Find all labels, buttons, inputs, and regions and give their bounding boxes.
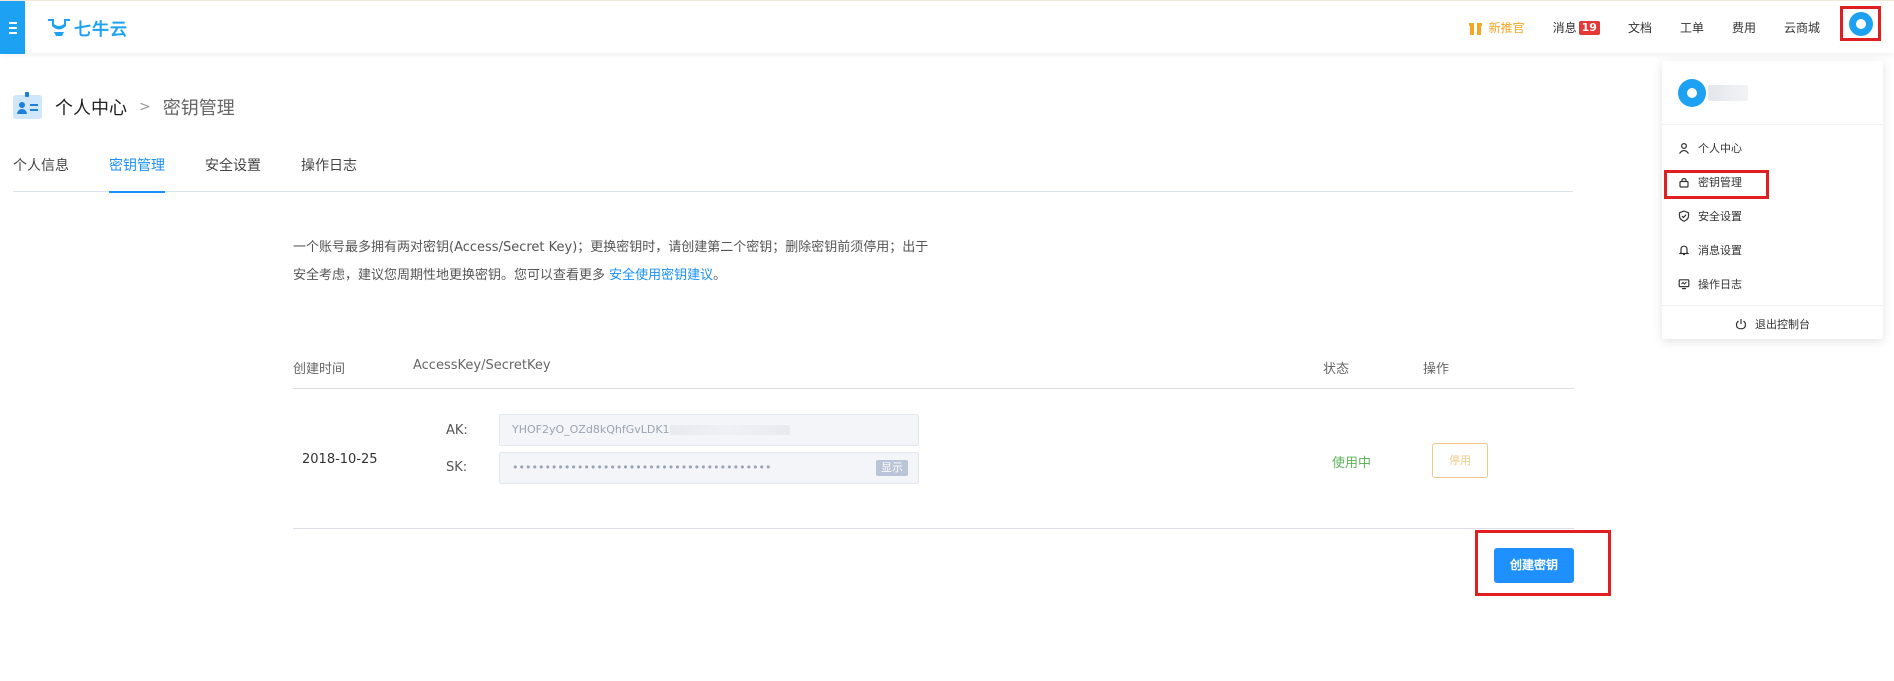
- access-key-value: YHOF2yO_OZd8kQhfGvLDK1: [512, 423, 670, 436]
- tab-bar: 个人信息 密钥管理 安全设置 操作日志: [13, 156, 1573, 193]
- menu-item-label: 安全设置: [1698, 210, 1742, 223]
- header-created: 创建时间: [293, 362, 346, 377]
- menu-item-label: 消息设置: [1698, 244, 1742, 257]
- status-badge: 使用中: [1332, 456, 1372, 471]
- dropdown-header: [1662, 61, 1883, 125]
- avatar: [1678, 79, 1706, 107]
- chevron-right-icon: >: [139, 99, 151, 115]
- info-end: 。: [713, 268, 727, 283]
- nav-docs[interactable]: 文档: [1628, 19, 1652, 36]
- top-bar: 七牛云 新推官 消息 19 文档 工单 费用 云商城: [0, 0, 1894, 54]
- secret-key-value: ••••••••••••••••••••••••••••••••••••••••: [512, 461, 772, 474]
- table-row: 2018-10-25 AK: YHOF2yO_OZd8kQhfGvLDK1 SK…: [293, 389, 1574, 529]
- menu-item-label: 操作日志: [1698, 278, 1742, 291]
- header-status: 状态: [1323, 362, 1350, 377]
- hamburger-icon: [8, 21, 17, 34]
- id-card-icon: [13, 92, 42, 119]
- logo[interactable]: 七牛云: [46, 15, 128, 40]
- bell-icon: [1678, 245, 1690, 256]
- breadcrumb-current: 密钥管理: [162, 98, 235, 119]
- access-key-masked: [669, 425, 790, 435]
- header-keys: AccessKey/SecretKey: [413, 358, 551, 373]
- menu-item-notifications[interactable]: 消息设置: [1662, 233, 1883, 267]
- security-advice-link[interactable]: 安全使用密钥建议: [609, 268, 713, 283]
- created-date: 2018-10-25: [302, 452, 378, 467]
- nav-docs-label: 文档: [1627, 21, 1652, 35]
- menu-item-security[interactable]: 安全设置: [1662, 199, 1883, 233]
- tab-keys[interactable]: 密钥管理: [109, 156, 165, 193]
- menu-button[interactable]: [0, 1, 25, 54]
- nav-promo[interactable]: 新推官: [1468, 19, 1525, 36]
- avatar: [1848, 11, 1873, 36]
- message-count-badge: 19: [1578, 20, 1600, 35]
- nav-tickets-label: 工单: [1679, 21, 1704, 35]
- create-key-button[interactable]: 创建密钥: [1494, 548, 1574, 583]
- table-header: 创建时间 AccessKey/SecretKey 状态 操作: [293, 355, 1574, 389]
- lock-icon: [1679, 177, 1689, 188]
- breadcrumb-parent[interactable]: 个人中心: [55, 94, 127, 120]
- menu-item-label: 个人中心: [1698, 142, 1742, 155]
- user-icon: [1679, 142, 1689, 154]
- menu-item-profile[interactable]: 个人中心: [1662, 131, 1883, 165]
- tab-security[interactable]: 安全设置: [205, 156, 261, 192]
- logout-button[interactable]: 退出控制台: [1662, 306, 1883, 342]
- header-actions: 操作: [1423, 362, 1450, 377]
- nav-promo-label: 新推官: [1488, 21, 1525, 35]
- monitor-icon: [1678, 279, 1690, 290]
- show-secret-button[interactable]: 显示: [876, 460, 908, 476]
- nav-billing[interactable]: 费用: [1732, 19, 1756, 36]
- username-masked: [1708, 85, 1748, 101]
- user-dropdown-menu: 个人中心 密钥管理 安全设置 消息设置 操作日志 退出控制台: [1662, 61, 1883, 339]
- breadcrumb: 个人中心 > 密钥管理: [13, 92, 235, 121]
- nav-marketplace[interactable]: 云商城: [1784, 19, 1820, 36]
- menu-item-logs[interactable]: 操作日志: [1662, 267, 1883, 301]
- tab-logs[interactable]: 操作日志: [301, 156, 357, 192]
- access-key-field[interactable]: YHOF2yO_OZd8kQhfGvLDK1: [499, 414, 919, 446]
- key-table: 创建时间 AccessKey/SecretKey 状态 操作 2018-10-2…: [293, 355, 1574, 529]
- secret-key-field[interactable]: ••••••••••••••••••••••••••••••••••••••••…: [499, 452, 919, 484]
- sk-label: SK:: [446, 460, 468, 475]
- user-avatar-button[interactable]: [1840, 6, 1881, 41]
- nav-tickets[interactable]: 工单: [1680, 19, 1704, 36]
- ak-label: AK:: [446, 423, 468, 438]
- power-icon: [1735, 319, 1747, 330]
- menu-item-label: 密钥管理: [1698, 176, 1742, 189]
- disable-key-button[interactable]: 停用: [1432, 443, 1488, 478]
- logout-label: 退出控制台: [1755, 318, 1810, 331]
- key-info-text: 一个账号最多拥有两对密钥(Access/Secret Key)；更换密钥时，请创…: [293, 234, 933, 290]
- nav-messages-label: 消息: [1552, 21, 1577, 35]
- logo-icon: [48, 19, 70, 36]
- nav-billing-label: 费用: [1731, 21, 1756, 35]
- logo-text: 七牛云: [74, 19, 128, 40]
- dropdown-list: 个人中心 密钥管理 安全设置 消息设置 操作日志: [1662, 125, 1883, 301]
- shield-icon: [1678, 210, 1690, 222]
- nav-marketplace-label: 云商城: [1783, 21, 1820, 35]
- gift-icon: [1468, 21, 1482, 35]
- nav-messages[interactable]: 消息 19: [1553, 19, 1600, 36]
- tab-profile[interactable]: 个人信息: [13, 156, 69, 192]
- menu-item-keys[interactable]: 密钥管理: [1662, 165, 1883, 199]
- top-nav: 新推官 消息 19 文档 工单 费用 云商城: [1441, 1, 1820, 54]
